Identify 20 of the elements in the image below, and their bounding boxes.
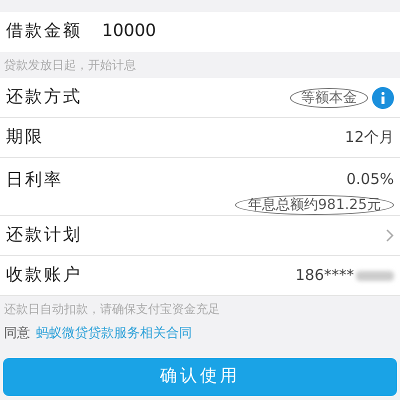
row-label: 日利率 [6,169,63,192]
agreement-link[interactable]: 蚂蚁微贷贷款服务相关合同 [36,324,192,344]
amount-value: 10000 [102,20,156,44]
note-text: 贷款发放日起，开始计息 [4,57,136,74]
row-value: 0.05% [346,169,394,190]
row-value: 186**** [295,265,354,286]
note-text: 还款日自动扣款，请确保支付宝资金充足 [4,301,221,318]
confirm-button[interactable]: 确认使用 [3,358,397,396]
circled-value: 等额本金 [290,88,368,108]
agreement-text: 同意 [4,325,30,343]
info-icon[interactable] [372,86,394,108]
blurred-text [356,270,394,280]
row-label: 还款方式 [6,86,82,109]
amount-label: 借款金额 [6,20,82,44]
row-label: 期限 [6,126,44,149]
circled-value: 年息总额约981.25元 [235,194,394,214]
row-label: 还款计划 [6,224,82,247]
row-value: 12个月 [344,127,394,148]
chevron-right-icon[interactable] [386,229,394,242]
row-label: 收款账户 [6,264,82,287]
